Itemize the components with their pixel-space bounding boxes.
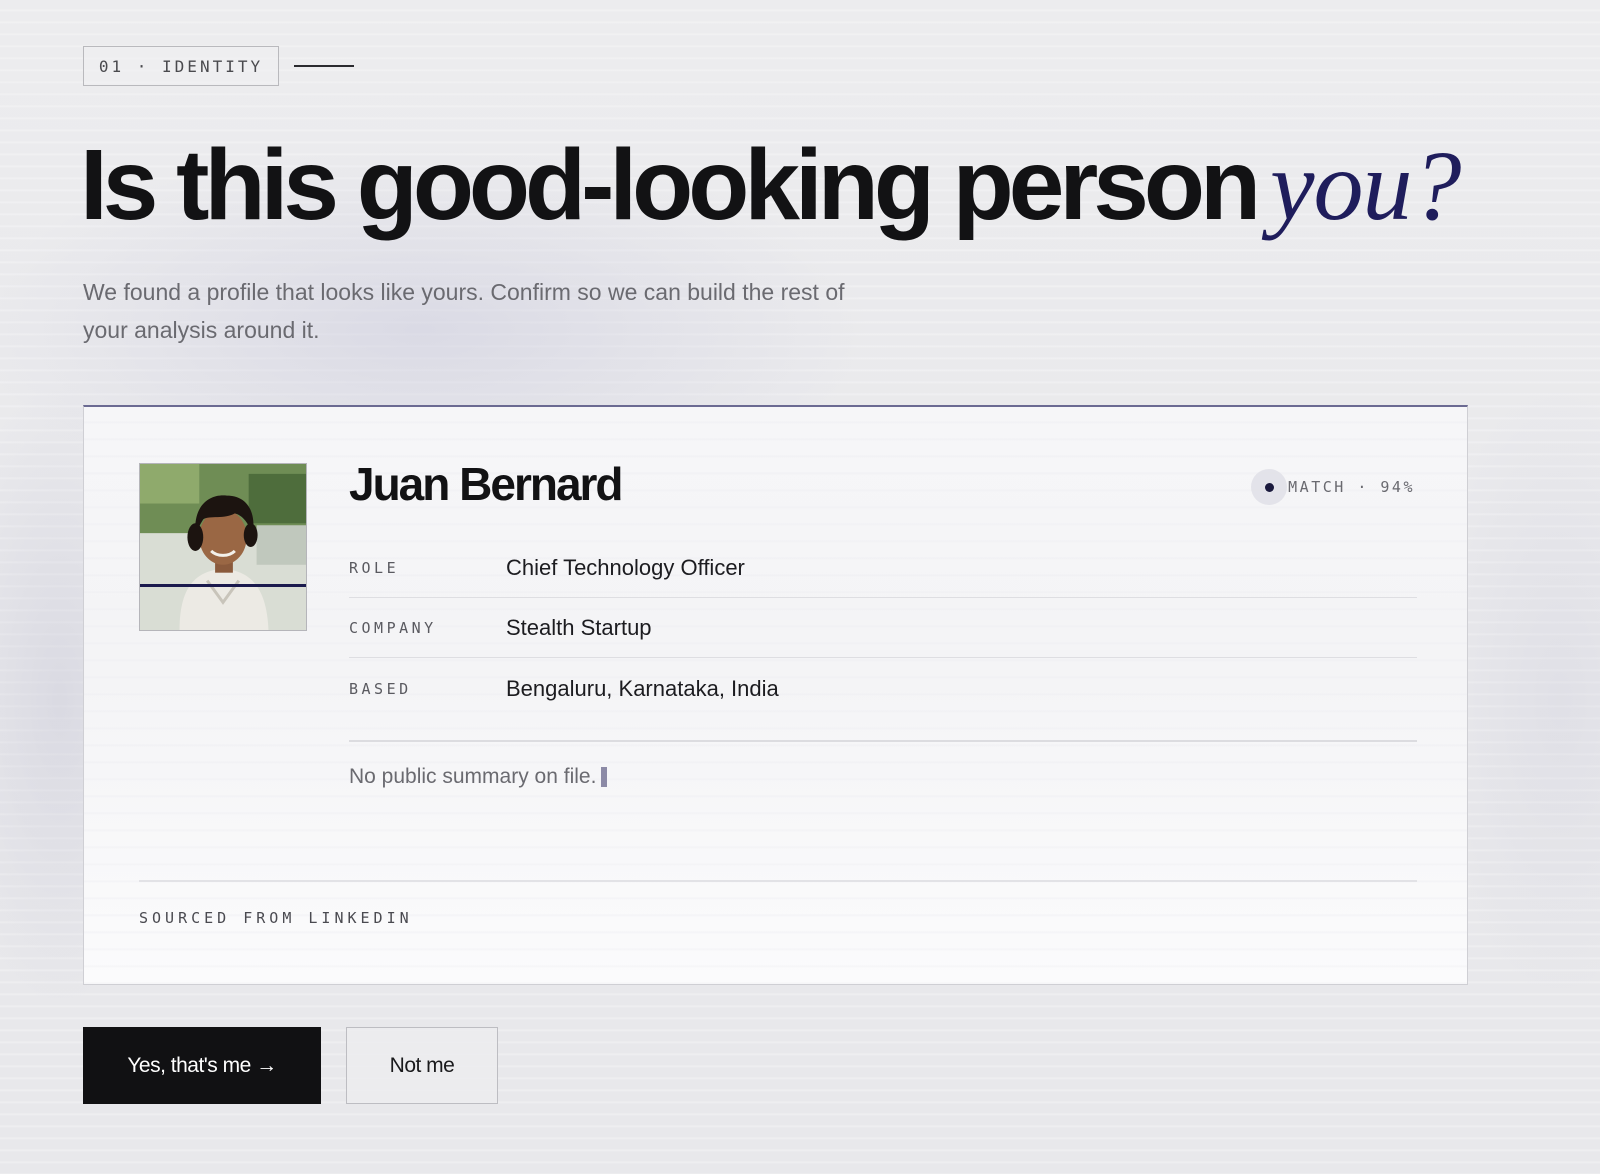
field-role: ROLE Chief Technology Officer	[349, 539, 1417, 598]
section-tag: 01 · IDENTITY	[83, 46, 279, 86]
page-title-accent: you?	[1270, 130, 1461, 241]
summary-divider	[349, 740, 1417, 742]
field-value: Stealth Startup	[506, 615, 652, 640]
confirm-button[interactable]: Yes, that's me →	[83, 1027, 321, 1104]
profile-card: Juan Bernard MATCH · 94% ROLE Chief Tech…	[83, 405, 1468, 985]
text-cursor	[601, 767, 608, 787]
page-title: Is this good-looking person you?	[80, 128, 1461, 243]
summary-text: No public summary on file.	[349, 765, 597, 788]
field-company: COMPANY Stealth Startup	[349, 599, 1417, 658]
field-label: BASED	[349, 679, 412, 698]
match-badge: MATCH · 94%	[1251, 469, 1415, 505]
field-value: Bengaluru, Karnataka, India	[506, 675, 779, 701]
scan-line	[140, 584, 306, 587]
match-label: MATCH · 94%	[1288, 478, 1415, 496]
profile-summary: No public summary on file.	[349, 765, 608, 789]
profile-name: Juan Bernard	[349, 458, 624, 510]
section-tag-divider	[294, 65, 354, 67]
source-label: SOURCED FROM LINKEDIN	[139, 909, 413, 927]
page-subtitle: We found a profile that looks like yours…	[83, 279, 845, 343]
card-footer-divider	[139, 880, 1417, 882]
field-value: Chief Technology Officer	[506, 555, 745, 580]
avatar	[139, 463, 307, 631]
avatar-photo	[140, 464, 306, 630]
not-me-button[interactable]: Not me	[346, 1027, 498, 1104]
match-indicator-icon	[1251, 469, 1288, 505]
field-label: COMPANY	[349, 619, 437, 637]
field-based: BASED Bengaluru, Karnataka, India	[349, 659, 1417, 718]
field-label: ROLE	[349, 559, 400, 577]
page-title-main: Is this good-looking person	[80, 129, 1261, 241]
